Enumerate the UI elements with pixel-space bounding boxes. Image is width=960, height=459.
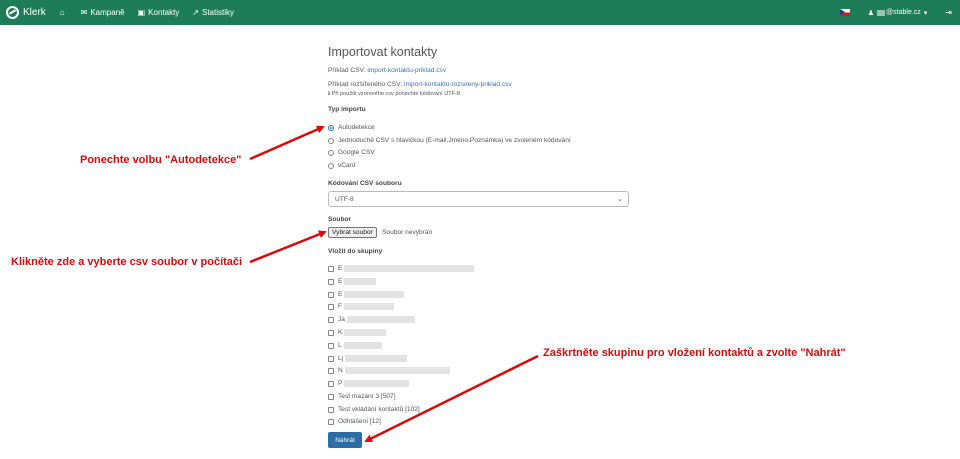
arrow-to-autodetect (249, 125, 325, 161)
annotation-file: Klikněte zde a vyberte csv soubor v počí… (11, 256, 243, 268)
annotation-group: Zaškrtněte skupinu pro vložení kontaktů … (543, 347, 846, 359)
annotation-arrows (249, 125, 539, 443)
annotation-autodetect: Ponechte volbu "Autodetekce" (80, 154, 242, 166)
arrow-to-file-button (249, 230, 327, 264)
arrow-to-upload (364, 354, 539, 443)
